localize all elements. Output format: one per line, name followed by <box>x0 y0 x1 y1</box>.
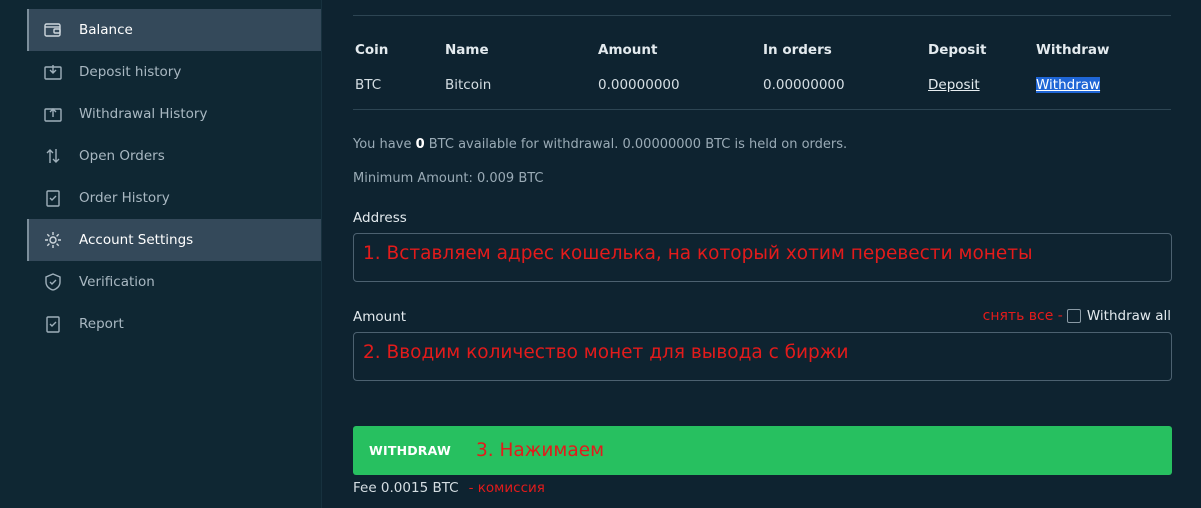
withdraw-all-control[interactable]: снять все - Withdraw all <box>983 308 1171 324</box>
sidebar-item-label: Deposit history <box>79 64 182 80</box>
amount-label: Amount <box>353 309 407 325</box>
fee-annotation: - комиссия <box>468 480 545 496</box>
sidebar-item-account-settings[interactable]: Account Settings <box>27 219 321 261</box>
col-header-in-orders: In orders <box>763 42 832 58</box>
sidebar-item-label: Order History <box>79 190 170 206</box>
sidebar-item-deposit-history[interactable]: Deposit history <box>27 51 321 93</box>
shield-check-icon <box>42 271 64 293</box>
divider <box>353 109 1171 110</box>
sidebar-item-open-orders[interactable]: Open Orders <box>27 135 321 177</box>
wallet-icon <box>42 19 64 41</box>
withdraw-all-annotation: снять все - <box>982 308 1063 324</box>
col-header-name: Name <box>445 42 489 58</box>
sidebar-item-label: Open Orders <box>79 148 165 164</box>
col-header-withdraw: Withdraw <box>1036 42 1110 58</box>
col-header-deposit: Deposit <box>928 42 987 58</box>
withdraw-all-label: Withdraw all <box>1086 308 1171 324</box>
withdraw-all-checkbox[interactable] <box>1066 309 1081 323</box>
fee-text: Fee 0.0015 BTC <box>353 480 459 496</box>
divider <box>353 15 1171 16</box>
address-label: Address <box>353 210 407 226</box>
cell-name: Bitcoin <box>445 77 492 93</box>
sidebar-item-label: Balance <box>79 22 133 38</box>
clipboard-check-icon <box>42 187 64 209</box>
minimum-amount-info: Minimum Amount: 0.009 BTC <box>353 171 544 186</box>
withdraw-tray-icon <box>42 103 64 125</box>
available-info: You have 0 BTC available for withdrawal.… <box>353 137 847 152</box>
amount-annotation: 2. Вводим количество монет для вывода с … <box>363 342 849 363</box>
available-prefix: You have <box>353 137 416 152</box>
withdraw-button[interactable]: WITHDRAW 3. Нажимаем <box>353 426 1172 475</box>
withdraw-link[interactable]: Withdraw <box>1036 77 1101 93</box>
address-annotation: 1. Вставляем адрес кошелька, на который … <box>363 243 1033 264</box>
sidebar-item-report[interactable]: Report <box>27 303 321 345</box>
sidebar-item-order-history[interactable]: Order History <box>27 177 321 219</box>
clipboard-report-icon <box>42 313 64 335</box>
sidebar-item-label: Account Settings <box>79 232 194 248</box>
available-suffix: BTC available for withdrawal. 0.00000000… <box>424 137 848 152</box>
fee-info: Fee 0.0015 BTC - комиссия <box>353 480 545 496</box>
gear-icon <box>42 229 64 251</box>
address-input[interactable]: 1. Вставляем адрес кошелька, на который … <box>353 233 1172 282</box>
amount-input[interactable]: 2. Вводим количество монет для вывода с … <box>353 332 1172 381</box>
cell-in-orders: 0.00000000 <box>763 77 845 93</box>
swap-arrows-icon <box>42 145 64 167</box>
sidebar-item-label: Withdrawal History <box>79 106 208 122</box>
cell-coin: BTC <box>355 77 382 93</box>
available-amount: 0 <box>415 137 425 152</box>
sidebar-item-label: Verification <box>79 274 155 290</box>
sidebar-item-verification[interactable]: Verification <box>27 261 321 303</box>
sidebar: Balance Deposit history Withdrawal Histo… <box>0 0 322 508</box>
col-header-coin: Coin <box>355 42 389 58</box>
col-header-amount: Amount <box>598 42 658 58</box>
sidebar-item-withdrawal-history[interactable]: Withdrawal History <box>27 93 321 135</box>
main-content: Coin Name Amount In orders Deposit Withd… <box>322 0 1201 508</box>
deposit-tray-icon <box>42 61 64 83</box>
deposit-link[interactable]: Deposit <box>928 77 980 93</box>
cell-amount: 0.00000000 <box>598 77 680 93</box>
sidebar-item-label: Report <box>79 316 124 332</box>
withdraw-button-label: WITHDRAW <box>369 443 451 458</box>
sidebar-item-balance[interactable]: Balance <box>27 9 321 51</box>
withdraw-button-annotation: 3. Нажимаем <box>475 440 605 461</box>
